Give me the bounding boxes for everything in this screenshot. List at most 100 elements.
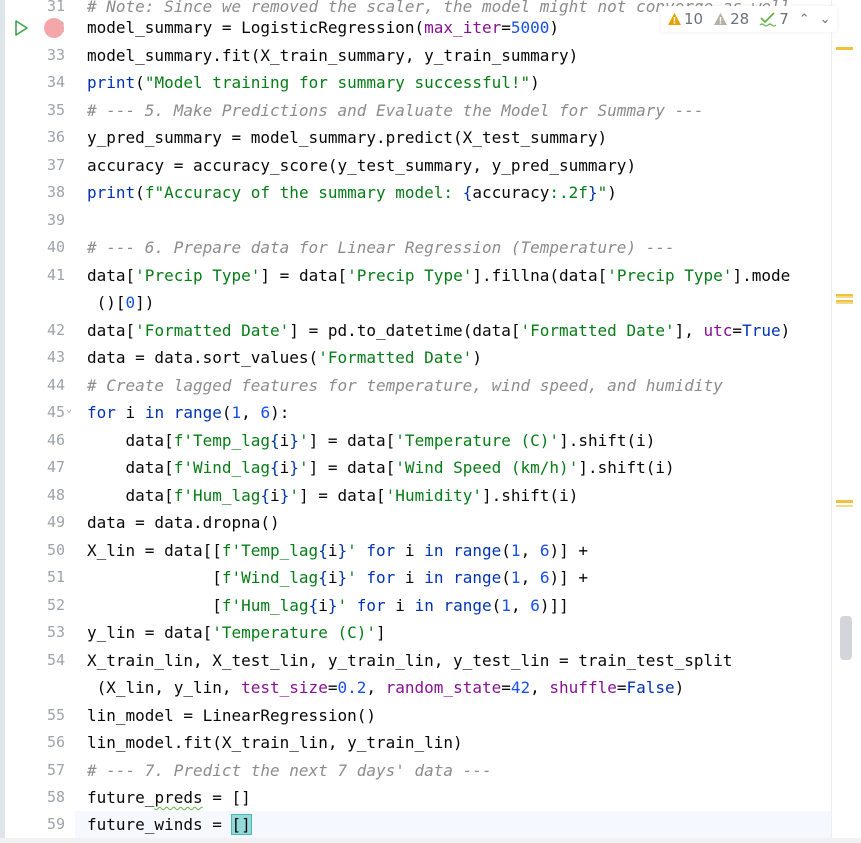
code-line[interactable]: y_lin = data['Temperature (C)'] (87, 619, 386, 646)
code-token: # --- 6. Prepare data for Linear Regress… (87, 238, 675, 257)
gutter-line[interactable]: 38 (5, 179, 75, 206)
code-token: for (87, 403, 116, 422)
chevron-up-icon[interactable]: ⌃ (799, 12, 810, 27)
gutter-line[interactable]: 41 (5, 262, 75, 289)
gutter-line[interactable]: 42 (5, 317, 75, 344)
inspection-widget[interactable]: 10 28 7 ⌃ ⌄ (661, 6, 837, 32)
breakpoint-icon[interactable] (44, 18, 64, 38)
code-line[interactable]: data[f'Wind_lag{i}'] = data['Wind Speed … (87, 454, 675, 481)
line-number: 47 (46, 458, 65, 476)
editor-scrollbar[interactable] (831, 0, 861, 843)
fold-chevron-icon[interactable]: ⌄ (66, 404, 76, 416)
gutter-line[interactable]: 53 (5, 619, 75, 646)
gutter-line[interactable]: 57 (5, 757, 75, 784)
code-line[interactable]: model_summary.fit(X_train_summary, y_tra… (87, 42, 578, 69)
code-line[interactable]: data = data.dropna() (87, 509, 280, 536)
typos-counter[interactable]: 7 (759, 10, 789, 28)
code-token: 'Humidity' (385, 486, 482, 505)
weak-warnings-counter[interactable]: 28 (713, 10, 749, 28)
code-line[interactable]: future_preds = [] (87, 784, 251, 811)
gutter-line[interactable]: 34 (5, 69, 75, 96)
code-token: accuracy (472, 183, 550, 202)
code-token: preds (154, 788, 203, 807)
gutter-line[interactable]: 44 (5, 372, 75, 399)
gutter-line[interactable]: 56 (5, 729, 75, 756)
code-token: [ (87, 596, 222, 615)
code-line[interactable]: [f'Hum_lag{i}' for i in range(1, 6)]] (87, 592, 569, 619)
line-number: 46 (46, 431, 65, 449)
code-line[interactable]: lin_model.fit(X_train_lin, y_train_lin) (87, 729, 463, 756)
gutter-line[interactable]: 35 (5, 97, 75, 124)
code-token: 'Precip Type' (135, 266, 261, 285)
code-line[interactable]: y_pred_summary = model_summary.predict(X… (87, 124, 607, 151)
code-line[interactable]: lin_model = LinearRegression() (87, 702, 376, 729)
code-token: i (385, 596, 415, 615)
gutter-line[interactable]: 59 (5, 811, 75, 838)
code-line[interactable]: data['Formatted Date'] = pd.to_datetime(… (87, 317, 790, 344)
warning-stripe-mark[interactable] (836, 500, 853, 503)
gutter-line[interactable]: 55 (5, 702, 75, 729)
code-line[interactable]: (X_lin, y_lin, test_size = 0.2, random_sta… (87, 674, 685, 701)
run-icon[interactable] (12, 19, 30, 37)
code-line[interactable]: data[f'Hum_lag{i}'] = data['Humidity'].s… (87, 482, 579, 509)
code-area[interactable]: # Note: Since we removed the scaler, the… (75, 0, 831, 843)
code-line[interactable]: ()[0]) (87, 289, 155, 316)
gutter-line[interactable]: 37 (5, 152, 75, 179)
code-line[interactable]: for i in range(1, 6): (87, 399, 289, 426)
warnings-counter[interactable]: 10 (667, 10, 703, 28)
gutter-line[interactable]: 45 (5, 399, 75, 426)
chevron-down-icon[interactable]: ⌄ (820, 12, 831, 27)
code-line[interactable]: # --- 7. Predict the next 7 days' data -… (87, 757, 492, 784)
gutter-line[interactable]: 52 (5, 592, 75, 619)
line-number: 52 (46, 596, 65, 614)
gutter-line[interactable]: 36 (5, 124, 75, 151)
gutter-line[interactable]: 50 (5, 537, 75, 564)
warning-stripe-mark[interactable] (836, 302, 853, 304)
code-line[interactable]: future_winds = [] (87, 811, 252, 838)
code-token: ()[ (87, 293, 126, 312)
code-line[interactable]: # --- 6. Prepare data for Linear Regress… (87, 234, 675, 261)
code-token: = (732, 321, 743, 340)
gutter-line[interactable]: 46 (5, 427, 75, 454)
code-line[interactable]: print(f"Accuracy of the summary model: {… (87, 179, 617, 206)
code-line[interactable]: # Create lagged features for temperature… (87, 372, 723, 399)
code-token: ) (674, 678, 685, 697)
code-token: ] = pd.to_datetime(data[ (289, 321, 521, 340)
line-number: 41 (46, 266, 65, 284)
code-token: 6 (530, 596, 540, 615)
gutter-line[interactable]: 43 (5, 344, 75, 371)
gutter-line[interactable]: 48 (5, 482, 75, 509)
line-number-gutter[interactable]: 3132333435363738394041424344454647484950… (5, 0, 75, 843)
warning-stripe-mark[interactable] (836, 296, 853, 298)
code-line[interactable]: [f'Wind_lag{i}' for i in range(1, 6)] + (87, 564, 588, 591)
gutter-line[interactable]: 49 (5, 509, 75, 536)
gutter-line[interactable]: 33 (5, 42, 75, 69)
code-token: 6 (260, 403, 271, 422)
gutter-line[interactable]: 51 (5, 564, 75, 591)
gutter-line[interactable]: 58 (5, 784, 75, 811)
typo-check-icon (759, 11, 777, 27)
gutter-line[interactable]: 47 (5, 454, 75, 481)
warning-stripe-mark[interactable] (836, 505, 853, 507)
code-line[interactable]: model_summary = LogisticRegression(max_i… (87, 14, 559, 41)
code-line[interactable]: accuracy = accuracy_score(y_test_summary… (87, 152, 636, 179)
warning-stripe-mark[interactable] (836, 47, 853, 50)
gutter-line[interactable]: 54 (5, 647, 75, 674)
line-number: 53 (46, 623, 65, 641)
code-line[interactable]: data['Precip Type'] = data['Precip Type'… (87, 262, 790, 289)
code-line[interactable]: X_lin = data[[f'Temp_lag{i}' for i in ra… (87, 537, 588, 564)
code-line[interactable]: data = data.sort_values('Formatted Date'… (87, 344, 482, 371)
code-token: :.2f (549, 183, 588, 202)
code-token: max_iter (424, 18, 502, 37)
code-line[interactable]: X_train_lin, X_test_lin, y_train_lin, y_… (87, 647, 732, 674)
code-token: 'Formatted Date' (135, 321, 290, 340)
code-line[interactable]: print("Model training for summary succes… (87, 69, 540, 96)
code-line[interactable]: data[f'Temp_lag{i}'] = data['Temperature… (87, 427, 656, 454)
gutter-line[interactable]: 40 (5, 234, 75, 261)
code-editor[interactable]: 3132333435363738394041424344454647484950… (0, 0, 861, 843)
gutter-line[interactable]: 39 (5, 207, 75, 234)
scrollbar-thumb[interactable] (840, 616, 852, 660)
code-line[interactable]: # --- 5. Make Predictions and Evaluate t… (87, 97, 704, 124)
